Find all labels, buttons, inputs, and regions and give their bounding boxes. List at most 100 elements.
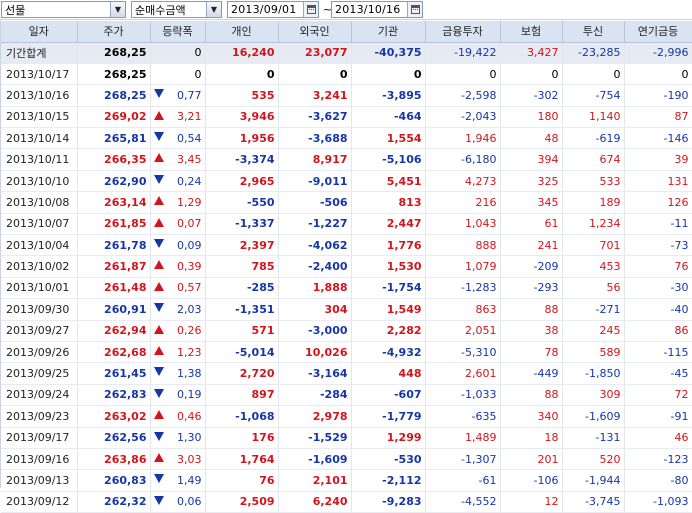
table-row[interactable]: 2013/09/24 262,83 0,19 897 -284 -607 -1,033 88 3…: [1, 384, 692, 407]
column-header-pension[interactable]: 연기금등: [624, 21, 692, 43]
date-to-field[interactable]: 2013/10/16: [331, 1, 423, 18]
table-row[interactable]: 2013/10/10 262,90 0,24 2,965 -9,011 5,451 4,27…: [1, 170, 692, 193]
cell-insurance: -209: [500, 255, 563, 278]
cell-investment-trust: -131: [562, 427, 625, 449]
cell-change-value: 2,03: [177, 302, 202, 316]
cell-individual-value: -285: [246, 281, 275, 295]
cell-financial-investment-value: -19,422: [454, 46, 497, 60]
cell-investment-trust-value: 245: [599, 324, 621, 338]
triangle-up-icon: [153, 345, 164, 355]
triangle-up-icon: [153, 260, 164, 270]
column-header-foreign[interactable]: 외국인: [278, 21, 352, 43]
cell-insurance: 48: [500, 127, 563, 150]
cell-change-value: 0,57: [177, 281, 202, 295]
cell-pension: -190: [624, 84, 692, 107]
cell-investment-trust-value: 701: [599, 238, 621, 252]
cell-insurance-value: -209: [533, 260, 559, 274]
cell-change: 0: [150, 42, 206, 64]
cell-institution: -4,932: [351, 341, 426, 364]
cell-financial-investment: -1,283: [425, 277, 501, 300]
cell-date-value: 2013/10/01: [6, 281, 70, 295]
cell-date: 2013/10/16: [1, 84, 78, 107]
table-row[interactable]: 2013/10/14 265,81 0,54 1,956 -3,688 1,554 1,94…: [1, 127, 692, 150]
cell-insurance-value: 38: [544, 324, 559, 338]
cell-pension-value: -45: [670, 367, 689, 381]
cell-individual-value: -1,068: [235, 409, 275, 423]
cell-date-value: 2013/10/04: [6, 238, 70, 252]
table-row[interactable]: 2013/09/27 262,94 0,26 571 -3,000 2,282 2,051 3…: [1, 320, 692, 342]
table-row[interactable]: 2013/09/23 263,02 0,46 -1,068 2,978 -1,779 -63…: [1, 405, 692, 428]
cell-individual: -1,068: [205, 405, 279, 428]
cell-investment-trust: 589: [562, 341, 625, 364]
column-header-price[interactable]: 주가: [77, 21, 151, 43]
cell-individual: -285: [205, 277, 279, 300]
market-select[interactable]: 선물 ▼: [1, 1, 126, 18]
triangle-down-icon: [153, 239, 164, 249]
cell-foreign: -3,627: [278, 106, 352, 129]
table-row[interactable]: 2013/10/04 261,78 0,09 2,397 -4,062 1,776 888 2…: [1, 234, 692, 257]
cell-investment-trust-value: -271: [595, 302, 621, 316]
investor-trading-grid[interactable]: 일자 주가 등락폭 개인 외국인 기관 금융투자 보험 투신 연기금등 기간합계…: [0, 21, 692, 513]
table-row[interactable]: 2013/10/02 261,87 0,39 785 -2,400 1,530 1,079 -…: [1, 255, 692, 278]
triangle-down-icon: [153, 367, 164, 377]
cell-pension-value: -146: [663, 131, 689, 145]
calendar-icon[interactable]: [407, 2, 422, 17]
cell-institution: 813: [351, 191, 426, 214]
cell-individual-value: -5,014: [235, 345, 275, 359]
column-header-individual[interactable]: 개인: [205, 21, 279, 43]
table-row[interactable]: 2013/10/15 269,02 3,21 3,946 -3,627 -464 -2,04…: [1, 106, 692, 129]
cell-price-value: 266,35: [104, 153, 147, 167]
table-row[interactable]: 2013/09/17 262,56 1,30 176 -1,529 1,299 1,489 1…: [1, 427, 692, 449]
chevron-down-icon[interactable]: ▼: [110, 2, 125, 17]
table-row[interactable]: 2013/10/07 261,85 0,07 -1,337 -1,227 2,447 1,0…: [1, 213, 692, 236]
cell-price-value: 262,94: [104, 324, 147, 338]
cell-foreign: -2,400: [278, 255, 352, 278]
table-row[interactable]: 2013/10/16 268,25 0,77 535 3,241 -3,895 -2,598…: [1, 84, 692, 107]
cell-foreign: -1,529: [278, 427, 352, 449]
cell-change: 1,23: [150, 341, 206, 364]
column-header-institution[interactable]: 기관: [351, 21, 426, 43]
column-header-date[interactable]: 일자: [1, 21, 78, 43]
cell-financial-investment-value: -61: [478, 474, 497, 487]
cell-price: 261,78: [77, 234, 151, 257]
table-row[interactable]: 2013/10/11 266,35 3,45 -3,374 8,917 -5,106 -6,…: [1, 148, 692, 171]
chevron-down-icon[interactable]: ▼: [206, 2, 221, 17]
table-row[interactable]: 2013/10/17 268,25 0 0 0 0 0 0 0 0: [1, 63, 692, 86]
cell-pension: 126: [624, 191, 692, 214]
cell-investment-trust-value: -619: [595, 131, 621, 145]
cell-date: 2013/09/12: [1, 491, 78, 513]
table-row[interactable]: 2013/09/26 262,68 1,23 -5,014 10,026 -4,932 -5…: [1, 341, 692, 364]
cell-insurance: 3,427: [500, 42, 563, 64]
cell-price-value: 262,68: [104, 345, 147, 359]
metric-select[interactable]: 순매수금액 ▼: [131, 1, 222, 18]
column-header-insurance[interactable]: 보험: [500, 21, 563, 43]
cell-date: 2013/10/08: [1, 191, 78, 214]
table-row[interactable]: 2013/09/25 261,45 1,38 2,720 -3,164 448 2,601 -…: [1, 362, 692, 385]
cell-financial-investment: -6,180: [425, 148, 501, 171]
cell-foreign-value: -2,400: [308, 260, 348, 274]
cell-insurance-value: 61: [544, 217, 559, 231]
column-header-financial-investment[interactable]: 금융투자: [425, 21, 501, 43]
table-row[interactable]: 2013/10/01 261,48 0,57 -285 1,888 -1,754 -1,28…: [1, 277, 692, 300]
cell-price-value: 263,02: [104, 409, 147, 423]
cell-foreign: -506: [278, 191, 352, 214]
cell-change-value: 3,45: [177, 153, 202, 167]
column-header-change[interactable]: 등락폭: [150, 21, 206, 43]
summary-row[interactable]: 기간합계 268,25 0 16,240 23,077 -40,375 -19,422 3,4…: [1, 42, 692, 64]
cell-financial-investment: 4,273: [425, 170, 501, 193]
table-row[interactable]: 2013/09/16 263,86 3,03 1,764 -1,609 -530 -1,30…: [1, 448, 692, 471]
cell-foreign: 3,241: [278, 84, 352, 107]
cell-price: 262,56: [77, 427, 151, 449]
cell-individual-value: 3,946: [239, 110, 275, 124]
cell-financial-investment: -5,310: [425, 341, 501, 364]
cell-date: 2013/09/17: [1, 427, 78, 449]
table-row[interactable]: 2013/09/30 260,91 2,03 -1,351 304 1,549 863 88 -…: [1, 298, 692, 321]
cell-pension-value: -73: [670, 238, 689, 252]
date-from-field[interactable]: 2013/09/01: [227, 1, 319, 18]
calendar-icon[interactable]: [303, 2, 318, 17]
table-row[interactable]: 2013/09/12 262,32 0,06 2,509 6,240 -9,283 -4,5…: [1, 491, 692, 513]
table-row[interactable]: 2013/10/08 263,14 1,29 -550 -506 813 216 345 189…: [1, 191, 692, 214]
column-header-investment-trust[interactable]: 투신: [562, 21, 625, 43]
cell-investment-trust-value: -1,609: [585, 409, 621, 423]
cell-change-value: 0,06: [177, 495, 202, 509]
